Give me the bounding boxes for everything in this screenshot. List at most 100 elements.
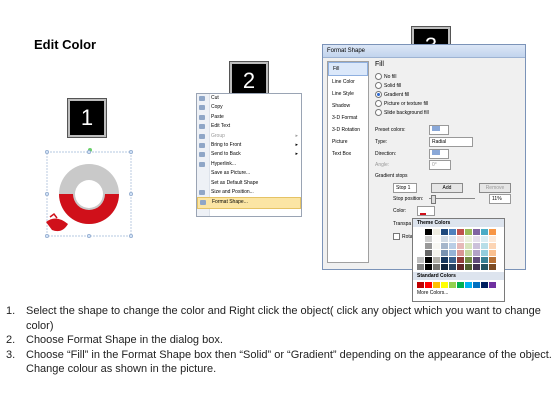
fill-option-solid-fill[interactable]: Solid fill — [375, 82, 401, 89]
color-swatch[interactable] — [449, 229, 456, 235]
color-swatch[interactable] — [489, 250, 496, 256]
menu-item-size-and-position[interactable]: Size and Position... — [197, 188, 301, 197]
color-swatch[interactable] — [473, 264, 480, 270]
color-swatch[interactable] — [417, 243, 424, 249]
color-swatch[interactable] — [465, 257, 472, 263]
color-swatch[interactable] — [457, 243, 464, 249]
menu-item-paste[interactable]: Paste — [197, 113, 301, 122]
color-picker-button[interactable] — [417, 206, 435, 216]
color-swatch[interactable] — [489, 229, 496, 235]
color-swatch[interactable] — [481, 264, 488, 270]
color-swatch[interactable] — [481, 243, 488, 249]
color-swatch[interactable] — [441, 282, 448, 288]
color-swatch[interactable] — [441, 236, 448, 242]
more-colors-link[interactable]: More Colors... — [413, 290, 504, 296]
menu-item-hyperlink[interactable]: Hyperlink... — [197, 160, 301, 169]
menu-item-cut[interactable]: Cut — [197, 94, 301, 103]
add-stop-button[interactable]: Add — [431, 183, 463, 193]
color-swatch[interactable] — [433, 236, 440, 242]
nav-item-line-color[interactable]: Line Color — [328, 76, 368, 88]
color-swatch[interactable] — [449, 282, 456, 288]
preset-colors-dropdown[interactable] — [429, 125, 449, 135]
nav-item-3-d-format[interactable]: 3-D Format — [328, 112, 368, 124]
color-swatch[interactable] — [465, 282, 472, 288]
nav-item-text-box[interactable]: Text Box — [328, 148, 368, 160]
color-swatch[interactable] — [465, 229, 472, 235]
menu-item-edit-text[interactable]: Edit Text — [197, 122, 301, 131]
color-swatch[interactable] — [473, 236, 480, 242]
angle-input[interactable]: 0° — [429, 160, 451, 170]
color-swatch[interactable] — [481, 282, 488, 288]
color-swatch[interactable] — [433, 229, 440, 235]
color-swatch[interactable] — [449, 257, 456, 263]
color-swatch[interactable] — [425, 229, 432, 235]
color-swatch[interactable] — [441, 229, 448, 235]
color-swatch[interactable] — [425, 257, 432, 263]
color-swatch[interactable] — [481, 257, 488, 263]
menu-item-save-as-picture[interactable]: Save as Picture... — [197, 169, 301, 178]
color-swatch[interactable] — [441, 243, 448, 249]
nav-item-line-style[interactable]: Line Style — [328, 88, 368, 100]
color-swatch[interactable] — [441, 250, 448, 256]
color-swatch[interactable] — [481, 250, 488, 256]
nav-item-fill[interactable]: Fill — [328, 62, 368, 76]
color-swatch[interactable] — [457, 282, 464, 288]
color-swatch[interactable] — [489, 243, 496, 249]
color-swatch[interactable] — [425, 264, 432, 270]
color-swatch[interactable] — [473, 229, 480, 235]
menu-item-format-shape[interactable]: Format Shape... — [197, 197, 301, 209]
color-swatch[interactable] — [441, 257, 448, 263]
color-swatch[interactable] — [489, 264, 496, 270]
color-swatch[interactable] — [465, 264, 472, 270]
color-swatch[interactable] — [481, 229, 488, 235]
color-swatch[interactable] — [417, 229, 424, 235]
nav-item-shadow[interactable]: Shadow — [328, 100, 368, 112]
color-swatch[interactable] — [457, 264, 464, 270]
menu-item-group[interactable]: Group ▸ — [197, 132, 301, 141]
color-swatch[interactable] — [441, 264, 448, 270]
color-swatch[interactable] — [417, 257, 424, 263]
color-swatch[interactable] — [425, 282, 432, 288]
color-swatch[interactable] — [433, 257, 440, 263]
menu-item-send-to-back[interactable]: Send to Back ▸ — [197, 150, 301, 159]
color-swatch[interactable] — [449, 236, 456, 242]
menu-item-copy[interactable]: Copy — [197, 103, 301, 112]
color-swatch[interactable] — [473, 257, 480, 263]
stop-dropdown[interactable]: Stop 1 — [393, 183, 417, 193]
color-swatch[interactable] — [449, 264, 456, 270]
type-dropdown[interactable]: Radial — [429, 137, 473, 147]
selected-ring-shape[interactable] — [40, 130, 140, 245]
color-swatch[interactable] — [417, 282, 424, 288]
stop-position-input[interactable]: 11% — [489, 194, 511, 204]
fill-option-picture-or-texture-fill[interactable]: Picture or texture fill — [375, 100, 428, 107]
color-swatch[interactable] — [465, 243, 472, 249]
remove-stop-button[interactable]: Remove — [479, 183, 511, 193]
fill-option-slide-background-fill[interactable]: Slide background fill — [375, 109, 429, 116]
nav-item-3-d-rotation[interactable]: 3-D Rotation — [328, 124, 368, 136]
color-swatch[interactable] — [473, 243, 480, 249]
slider-thumb[interactable] — [431, 195, 436, 204]
color-swatch[interactable] — [457, 250, 464, 256]
color-swatch[interactable] — [417, 250, 424, 256]
color-swatch[interactable] — [465, 250, 472, 256]
color-swatch[interactable] — [489, 236, 496, 242]
color-swatch[interactable] — [457, 229, 464, 235]
color-swatch[interactable] — [489, 257, 496, 263]
menu-item-bring-to-front[interactable]: Bring to Front ▸ — [197, 141, 301, 150]
color-swatch[interactable] — [433, 243, 440, 249]
color-swatch[interactable] — [433, 264, 440, 270]
color-swatch[interactable] — [449, 243, 456, 249]
menu-item-set-as-default-shape[interactable]: Set as Default Shape — [197, 179, 301, 188]
color-swatch[interactable] — [425, 250, 432, 256]
color-swatch[interactable] — [433, 282, 440, 288]
color-swatch[interactable] — [489, 282, 496, 288]
color-swatch[interactable] — [457, 236, 464, 242]
color-swatch[interactable] — [473, 282, 480, 288]
fill-option-gradient-fill[interactable]: Gradient fill — [375, 91, 409, 98]
color-swatch[interactable] — [473, 250, 480, 256]
color-swatch[interactable] — [417, 264, 424, 270]
color-swatch[interactable] — [481, 236, 488, 242]
color-swatch[interactable] — [449, 250, 456, 256]
color-swatch[interactable] — [457, 257, 464, 263]
color-swatch[interactable] — [465, 236, 472, 242]
